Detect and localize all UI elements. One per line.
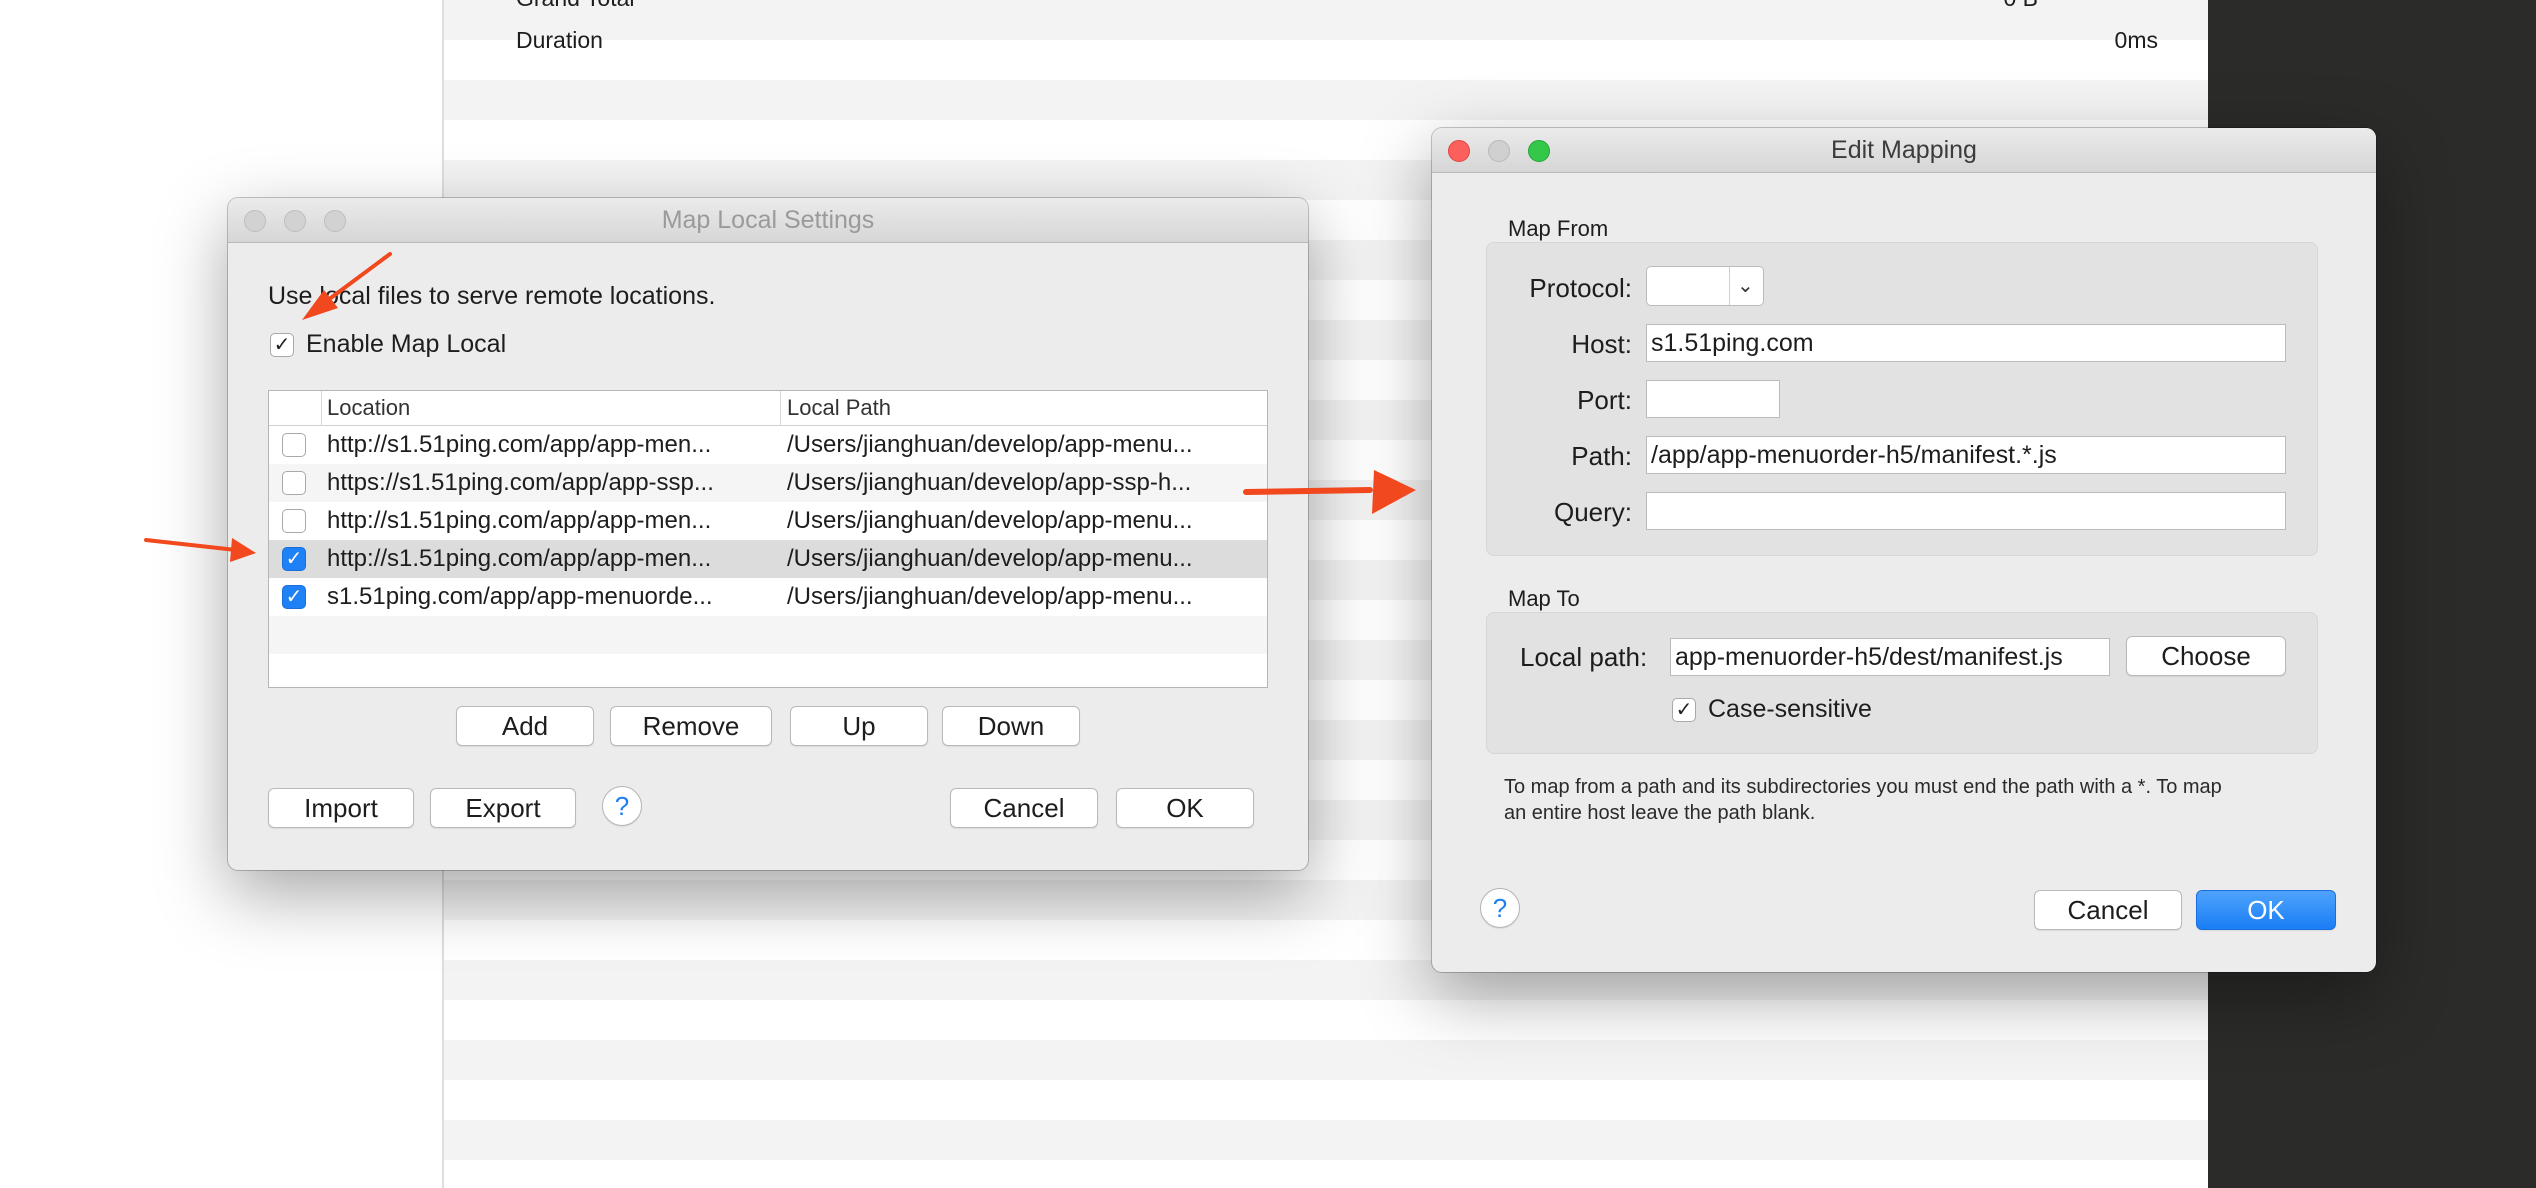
summary-row: Duration 0ms <box>444 20 2208 60</box>
table-row-selected[interactable]: ✓ http://s1.51ping.com/app/app-men... /U… <box>269 540 1267 578</box>
mappings-table: Location Local Path http://s1.51ping.com… <box>268 390 1268 688</box>
table-header: Location Local Path <box>269 391 1267 426</box>
map-to-group <box>1486 612 2318 754</box>
map-from-heading: Map From <box>1508 216 1609 241</box>
host-label: Host: <box>1571 329 1632 359</box>
cancel-button[interactable]: Cancel <box>2034 890 2182 930</box>
summary-row-value: 0ms <box>2114 27 2158 53</box>
local-path-column-header[interactable]: Local Path <box>787 391 891 425</box>
help-icon[interactable]: ? <box>602 786 642 826</box>
row-local-path: /Users/jianghuan/develop/app-ssp-h... <box>787 469 1192 496</box>
summary-row-label: Grand Total <box>516 0 634 18</box>
column-divider <box>321 391 322 425</box>
window-titlebar: Edit Mapping <box>1432 128 2376 173</box>
host-field[interactable]: s1.51ping.com <box>1646 324 2286 362</box>
edit-mapping-window: Edit Mapping Map From Protocol: ⌄ Host: … <box>1432 128 2376 972</box>
case-sensitive-checkbox[interactable]: ✓ <box>1672 698 1696 722</box>
table-row[interactable]: http://s1.51ping.com/app/app-men... /Use… <box>269 426 1267 464</box>
query-label: Query: <box>1553 497 1632 527</box>
annotation-arrow-icon <box>302 252 392 320</box>
case-sensitive-label: Case-sensitive <box>1708 695 1872 723</box>
row-enabled-checkbox[interactable] <box>282 471 306 495</box>
annotation-arrow-icon <box>1243 470 1416 514</box>
path-field[interactable]: /app/app-menuorder-h5/manifest.*.js <box>1646 436 2286 474</box>
query-field[interactable] <box>1646 492 2286 530</box>
row-location: https://s1.51ping.com/app/app-ssp... <box>327 469 714 496</box>
select-divider <box>1729 267 1730 305</box>
cancel-button[interactable]: Cancel <box>950 788 1098 828</box>
row-enabled-checkbox[interactable]: ✓ <box>282 547 306 571</box>
row-location: http://s1.51ping.com/app/app-men... <box>327 545 712 572</box>
hint-text-line1: To map from a path and its subdirectorie… <box>1504 776 2222 798</box>
path-label: Path: <box>1571 441 1632 471</box>
row-local-path: /Users/jianghuan/develop/app-menu... <box>787 431 1193 458</box>
table-row[interactable]: https://s1.51ping.com/app/app-ssp... /Us… <box>269 464 1267 502</box>
row-location: s1.51ping.com/app/app-menuorde... <box>327 583 713 610</box>
hint-text-line2: an entire host leave the path blank. <box>1504 802 1816 824</box>
table-row[interactable]: ✓ s1.51ping.com/app/app-menuorde... /Use… <box>269 578 1267 616</box>
local-path-value: app-menuorder-h5/dest/manifest.js <box>1675 643 2063 671</box>
import-button[interactable]: Import <box>268 788 414 828</box>
port-field[interactable] <box>1646 380 1780 418</box>
add-button[interactable]: Add <box>456 706 594 746</box>
row-local-path: /Users/jianghuan/develop/app-menu... <box>787 507 1193 534</box>
summary-row: Grand Total 0 B <box>444 0 2208 18</box>
protocol-select[interactable]: ⌄ <box>1646 266 1764 306</box>
row-location: http://s1.51ping.com/app/app-men... <box>327 507 712 534</box>
choose-button[interactable]: Choose <box>2126 636 2286 676</box>
up-button[interactable]: Up <box>790 706 928 746</box>
help-icon[interactable]: ? <box>1480 888 1520 928</box>
summary-row-label: Duration <box>516 27 603 53</box>
export-button[interactable]: Export <box>430 788 576 828</box>
local-path-label: Local path: <box>1520 642 1648 672</box>
remove-button[interactable]: Remove <box>610 706 772 746</box>
down-button[interactable]: Down <box>942 706 1080 746</box>
window-titlebar: Map Local Settings <box>228 198 1308 243</box>
local-path-field[interactable]: app-menuorder-h5/dest/manifest.js <box>1670 638 2110 676</box>
row-enabled-checkbox[interactable] <box>282 509 306 533</box>
column-divider <box>780 391 781 425</box>
summary-row-value: 0 B <box>2003 0 2038 18</box>
location-column-header[interactable]: Location <box>327 391 410 425</box>
port-label: Port: <box>1577 385 1632 415</box>
annotation-arrow-icon <box>144 538 256 562</box>
row-location: http://s1.51ping.com/app/app-men... <box>327 431 712 458</box>
table-row[interactable]: http://s1.51ping.com/app/app-men... /Use… <box>269 502 1267 540</box>
ok-button[interactable]: OK <box>2196 890 2336 930</box>
map-to-heading: Map To <box>1508 586 1580 611</box>
row-local-path: /Users/jianghuan/develop/app-menu... <box>787 583 1193 610</box>
window-title: Edit Mapping <box>1831 136 1977 164</box>
row-enabled-checkbox[interactable]: ✓ <box>282 585 306 609</box>
row-enabled-checkbox[interactable] <box>282 433 306 457</box>
window-title: Map Local Settings <box>661 206 875 234</box>
ok-button[interactable]: OK <box>1116 788 1254 828</box>
row-local-path: /Users/jianghuan/develop/app-menu... <box>787 545 1193 572</box>
chevron-down-icon: ⌄ <box>1737 275 1754 297</box>
protocol-label: Protocol: <box>1529 273 1632 303</box>
table-row-empty <box>269 616 1267 654</box>
